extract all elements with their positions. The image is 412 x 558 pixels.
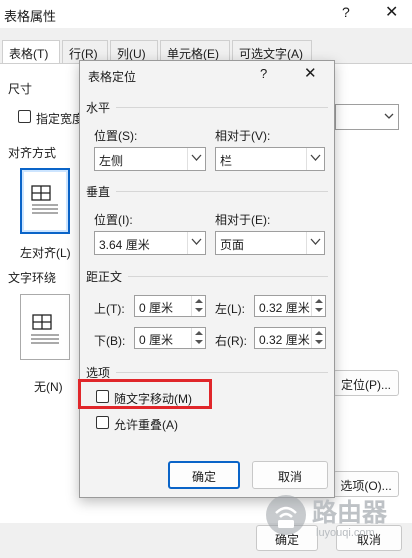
- chevron-down-icon: [191, 238, 202, 245]
- spinner-buttons[interactable]: [311, 328, 325, 348]
- preferred-width-checkbox[interactable]: [18, 110, 31, 123]
- text-wrap-section-label: 文字环绕: [8, 271, 57, 285]
- divider: [116, 372, 328, 373]
- watermark-subtext: luyouqi.com: [316, 527, 375, 539]
- distance-bottom-spinner[interactable]: 0 厘米: [134, 327, 206, 349]
- dropdown-arrow: [187, 148, 205, 170]
- table-positioning-dialog: 表格定位 ? ✕ 水平 位置(S): 相对于(V): 左侧 栏 垂直 位置(I)…: [79, 60, 335, 498]
- spinner-buttons[interactable]: [191, 328, 205, 348]
- vertical-relative-select[interactable]: 页面: [215, 231, 325, 255]
- chevron-down-icon: [310, 154, 321, 161]
- wrap-none-label: 无(N): [34, 380, 63, 394]
- dialog-close-icon[interactable]: ✕: [304, 64, 317, 82]
- horizontal-position-select[interactable]: 左侧: [94, 147, 206, 171]
- wrap-none-table-icon: [31, 314, 59, 344]
- dialog-help-icon[interactable]: ?: [260, 66, 267, 81]
- spin-down-icon[interactable]: [195, 308, 203, 312]
- chevron-down-icon: [310, 238, 321, 245]
- horizontal-position-value: 左侧: [99, 154, 124, 168]
- align-left-table-icon: [31, 185, 58, 214]
- watermark-text: 路由器: [312, 499, 388, 527]
- distance-bottom-value: 0 厘米: [139, 333, 174, 347]
- distance-bottom-label: 下(B):: [94, 334, 126, 348]
- distance-left-value: 0.32 厘米: [259, 301, 310, 315]
- distance-group-label: 距正文: [86, 270, 123, 284]
- dropdown-arrow: [306, 232, 324, 254]
- size-section-label: 尺寸: [8, 82, 33, 96]
- horizontal-position-label: 位置(S):: [94, 129, 138, 143]
- spin-up-icon[interactable]: [315, 331, 323, 335]
- spin-up-icon[interactable]: [195, 331, 203, 335]
- position-button[interactable]: 定位(P)...: [333, 370, 399, 396]
- chevron-down-icon: [384, 113, 394, 119]
- horizontal-relative-value: 栏: [220, 154, 233, 168]
- highlight-box: [78, 379, 212, 409]
- allow-overlap-label: 允许重叠(A): [114, 418, 178, 432]
- distance-top-value: 0 厘米: [139, 301, 174, 315]
- preferred-width-unit-select[interactable]: [335, 104, 399, 130]
- align-left-label: 左对齐(L): [20, 246, 71, 260]
- router-logo-icon: [266, 495, 306, 535]
- vertical-group-label: 垂直: [86, 185, 111, 199]
- outer-window-title: 表格属性: [4, 9, 57, 24]
- vertical-position-value: 3.64 厘米: [99, 238, 150, 252]
- dialog-title: 表格定位: [88, 70, 137, 84]
- vertical-position-label: 位置(I):: [94, 213, 133, 227]
- distance-top-label: 上(T):: [94, 302, 125, 316]
- wrap-none-option[interactable]: [20, 294, 70, 360]
- tab-table[interactable]: 表格(T): [2, 40, 60, 64]
- preferred-width-label: 指定宽度: [36, 112, 85, 126]
- watermark: 路由器 luyouqi.com: [262, 487, 412, 545]
- distance-right-label: 右(R):: [215, 334, 247, 348]
- spinner-buttons[interactable]: [311, 296, 325, 316]
- spin-down-icon[interactable]: [315, 308, 323, 312]
- distance-left-spinner[interactable]: 0.32 厘米: [254, 295, 326, 317]
- outer-close-icon[interactable]: ✕: [385, 2, 398, 22]
- dropdown-arrow: [306, 148, 324, 170]
- dialog-ok-button[interactable]: 确定: [168, 461, 240, 489]
- distance-right-value: 0.32 厘米: [259, 333, 310, 347]
- distance-left-label: 左(L):: [215, 302, 246, 316]
- horizontal-group-label: 水平: [86, 101, 111, 115]
- vertical-relative-value: 页面: [220, 238, 245, 252]
- horizontal-relative-select[interactable]: 栏: [215, 147, 325, 171]
- vertical-relative-label: 相对于(E):: [215, 213, 271, 227]
- divider: [116, 107, 328, 108]
- vertical-position-select[interactable]: 3.64 厘米: [94, 231, 206, 255]
- horizontal-relative-label: 相对于(V):: [215, 129, 271, 143]
- spin-up-icon[interactable]: [195, 299, 203, 303]
- divider: [116, 191, 328, 192]
- alignment-section-label: 对齐方式: [8, 146, 57, 160]
- spin-down-icon[interactable]: [315, 340, 323, 344]
- dropdown-arrow: [187, 232, 205, 254]
- distance-right-spinner[interactable]: 0.32 厘米: [254, 327, 326, 349]
- outer-titlebar: 表格属性 ? ✕: [0, 0, 412, 28]
- allow-overlap-checkbox[interactable]: [96, 416, 109, 429]
- outer-help-icon[interactable]: ?: [342, 4, 350, 20]
- divider: [128, 276, 328, 277]
- distance-top-spinner[interactable]: 0 厘米: [134, 295, 206, 317]
- chevron-down-icon: [191, 154, 202, 161]
- dialog-cancel-button[interactable]: 取消: [252, 461, 328, 489]
- spin-up-icon[interactable]: [315, 299, 323, 303]
- spinner-buttons[interactable]: [191, 296, 205, 316]
- align-left-option[interactable]: [20, 168, 70, 234]
- spin-down-icon[interactable]: [195, 340, 203, 344]
